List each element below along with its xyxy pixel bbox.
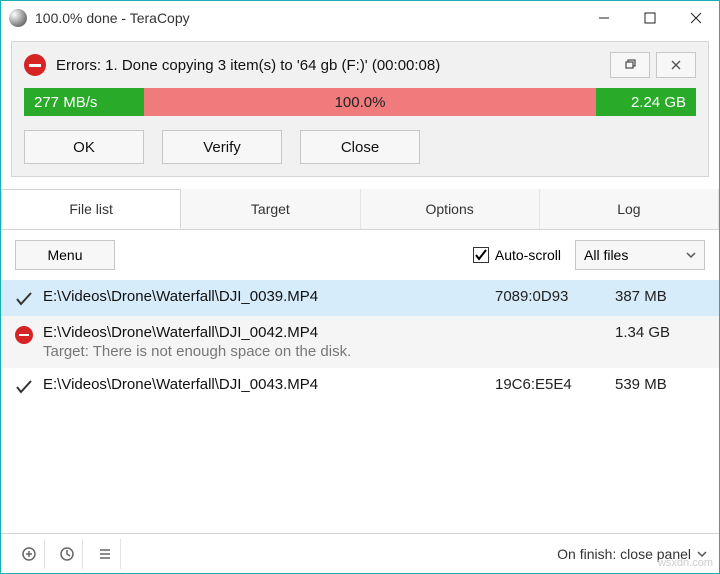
maximize-button[interactable] xyxy=(627,3,673,33)
file-list[interactable]: E:\Videos\Drone\Waterfall\DJI_0039.MP4 7… xyxy=(1,280,719,533)
status-text: Errors: 1. Done copying 3 item(s) to '64… xyxy=(56,57,600,74)
chevron-down-icon xyxy=(686,250,696,260)
on-finish-label: On finish: close panel xyxy=(557,546,691,562)
restore-panel-button[interactable] xyxy=(610,52,650,78)
error-icon xyxy=(24,54,46,76)
menu-button[interactable]: Menu xyxy=(15,240,115,270)
tab-bar: File list Target Options Log xyxy=(1,189,719,230)
minimize-button[interactable] xyxy=(581,3,627,33)
tab-file-list[interactable]: File list xyxy=(1,189,181,229)
window-title: 100.0% done - TeraCopy xyxy=(35,10,581,26)
file-row[interactable]: E:\Videos\Drone\Waterfall\DJI_0039.MP4 7… xyxy=(1,280,719,316)
check-icon xyxy=(15,290,33,308)
file-size: 539 MB xyxy=(615,376,705,393)
progress-bar: 277 MB/s 100.0% 2.24 GB xyxy=(24,88,696,116)
tab-log[interactable]: Log xyxy=(540,189,719,229)
check-icon xyxy=(15,378,33,396)
file-row[interactable]: E:\Videos\Drone\Waterfall\DJI_0042.MP4 T… xyxy=(1,316,719,368)
file-hash: 19C6:E5E4 xyxy=(495,376,605,393)
file-path: E:\Videos\Drone\Waterfall\DJI_0039.MP4 xyxy=(43,288,485,305)
file-error-msg: Target: There is not enough space on the… xyxy=(43,343,485,360)
file-size: 1.34 GB xyxy=(615,324,705,341)
close-panel-button[interactable] xyxy=(656,52,696,78)
add-button[interactable] xyxy=(13,539,45,569)
on-finish-select[interactable]: On finish: close panel xyxy=(557,546,707,562)
file-hash: 7089:0D93 xyxy=(495,288,605,305)
history-button[interactable] xyxy=(51,539,83,569)
tab-target[interactable]: Target xyxy=(181,189,360,229)
verify-button[interactable]: Verify xyxy=(162,130,282,164)
close-window-button[interactable] xyxy=(673,3,719,33)
file-size: 387 MB xyxy=(615,288,705,305)
file-row[interactable]: E:\Videos\Drone\Waterfall\DJI_0043.MP4 1… xyxy=(1,368,719,404)
app-icon xyxy=(9,9,27,27)
filter-label: All files xyxy=(584,247,628,263)
file-path: E:\Videos\Drone\Waterfall\DJI_0043.MP4 xyxy=(43,376,485,393)
titlebar: 100.0% done - TeraCopy xyxy=(1,1,719,35)
file-path: E:\Videos\Drone\Waterfall\DJI_0042.MP4 xyxy=(43,324,485,341)
status-panel: Errors: 1. Done copying 3 item(s) to '64… xyxy=(11,41,709,177)
close-button[interactable]: Close xyxy=(300,130,420,164)
filter-select[interactable]: All files xyxy=(575,240,705,270)
list-toolbar: Menu Auto-scroll All files xyxy=(1,230,719,280)
error-icon xyxy=(15,326,33,344)
checkbox-icon xyxy=(473,247,489,263)
autoscroll-checkbox[interactable]: Auto-scroll xyxy=(473,247,561,263)
list-view-button[interactable] xyxy=(89,539,121,569)
ok-button[interactable]: OK xyxy=(24,130,144,164)
footer: On finish: close panel xyxy=(1,533,719,573)
tab-options[interactable]: Options xyxy=(361,189,540,229)
progress-percent: 100.0% xyxy=(24,94,696,111)
autoscroll-label: Auto-scroll xyxy=(495,247,561,263)
chevron-down-icon xyxy=(697,549,707,559)
app-window: 100.0% done - TeraCopy Errors: 1. Done c… xyxy=(0,0,720,574)
